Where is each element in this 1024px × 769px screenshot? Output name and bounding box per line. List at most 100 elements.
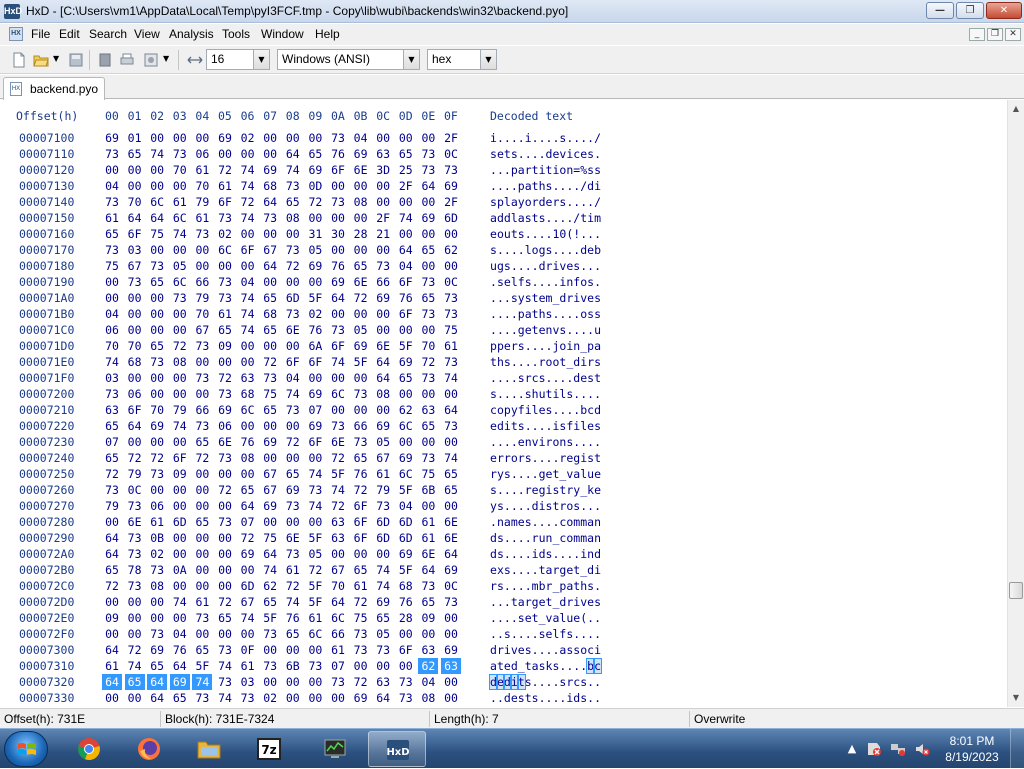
hex-byte[interactable]: 61 [328, 642, 348, 658]
hex-byte[interactable]: 67 [192, 322, 212, 338]
hex-byte[interactable]: 70 [170, 162, 190, 178]
hex-byte[interactable]: 05 [373, 626, 393, 642]
hex-byte[interactable]: 74 [238, 610, 258, 626]
cut-icon[interactable] [97, 52, 113, 68]
hex-byte[interactable]: 75 [147, 226, 167, 242]
hex-byte[interactable]: 00 [215, 562, 235, 578]
hex-byte[interactable]: 72 [418, 354, 438, 370]
hex-byte[interactable]: 00 [441, 226, 461, 242]
hex-byte[interactable]: 64 [260, 258, 280, 274]
hex-byte[interactable]: 74 [102, 354, 122, 370]
hex-byte[interactable]: 64 [373, 370, 393, 386]
hex-byte[interactable]: 72 [215, 370, 235, 386]
hex-byte[interactable]: 04 [283, 370, 303, 386]
hex-byte[interactable]: 00 [192, 258, 212, 274]
hex-byte[interactable]: 00 [396, 386, 416, 402]
hex-byte[interactable]: 78 [125, 562, 145, 578]
hex-byte[interactable]: 64 [147, 674, 168, 690]
hex-byte[interactable]: 00 [373, 402, 393, 418]
hex-byte[interactable]: 0C [125, 482, 145, 498]
hex-byte[interactable]: 06 [125, 386, 145, 402]
hex-byte[interactable]: 65 [238, 482, 258, 498]
hex-byte[interactable]: 6F [238, 242, 258, 258]
hex-byte[interactable]: 74 [328, 482, 348, 498]
hex-byte[interactable]: 65 [441, 466, 461, 482]
hex-byte[interactable]: 74 [215, 690, 235, 706]
hex-byte[interactable]: 00 [328, 402, 348, 418]
hex-byte[interactable]: 73 [441, 290, 461, 306]
hex-byte[interactable]: 6F [351, 498, 371, 514]
hex-byte[interactable]: 73 [170, 290, 190, 306]
tab-backend-pyo[interactable]: HX backend.pyo [3, 77, 105, 100]
hex-byte[interactable]: 6D [441, 210, 461, 226]
hex-byte[interactable]: 04 [238, 274, 258, 290]
hex-byte[interactable]: 65 [373, 610, 393, 626]
hex-byte[interactable]: 75 [260, 386, 280, 402]
hex-byte[interactable]: 00 [373, 178, 393, 194]
hex-byte[interactable]: 73 [215, 642, 235, 658]
hex-byte[interactable]: 69 [328, 274, 348, 290]
hex-byte[interactable]: 74 [373, 562, 393, 578]
hex-byte[interactable]: 00 [147, 290, 167, 306]
hex-byte[interactable]: 73 [192, 370, 212, 386]
hex-byte[interactable]: 03 [238, 674, 258, 690]
hex-byte[interactable]: 00 [373, 546, 393, 562]
hex-byte[interactable]: 65 [396, 146, 416, 162]
hex-byte[interactable]: 04 [418, 674, 438, 690]
mdi-minimize-button[interactable]: _ [969, 28, 985, 41]
hex-byte[interactable]: 73 [373, 498, 393, 514]
hex-byte[interactable]: 74 [305, 498, 325, 514]
hex-byte[interactable]: 00 [192, 386, 212, 402]
hex-byte[interactable]: 0C [441, 274, 461, 290]
hex-byte[interactable]: 69 [351, 146, 371, 162]
hex-byte[interactable]: 61 [418, 530, 438, 546]
hex-byte[interactable]: 00 [260, 338, 280, 354]
hex-byte[interactable]: 63 [373, 674, 393, 690]
hex-byte[interactable]: 5F [305, 594, 325, 610]
hex-byte[interactable]: 72 [283, 434, 303, 450]
menu-help[interactable]: Help [315, 27, 340, 41]
hex-byte[interactable]: 00 [215, 626, 235, 642]
hex-byte[interactable]: 00 [418, 626, 438, 642]
hex-byte[interactable]: 74 [283, 162, 303, 178]
hex-byte[interactable]: 6C [170, 274, 190, 290]
hex-byte[interactable]: 73 [192, 226, 212, 242]
hex-byte[interactable]: 65 [260, 402, 280, 418]
hex-byte[interactable]: 73 [125, 578, 145, 594]
show-hidden-icons-icon[interactable]: ▲ [844, 741, 860, 757]
hex-byte[interactable]: 72 [215, 482, 235, 498]
hex-byte[interactable]: 00 [283, 226, 303, 242]
hex-byte[interactable]: 65 [305, 146, 325, 162]
hex-byte[interactable]: 65 [396, 370, 416, 386]
menu-search[interactable]: Search [89, 27, 127, 41]
hex-byte[interactable]: 75 [441, 322, 461, 338]
properties-icon[interactable] [143, 52, 159, 68]
hex-byte[interactable]: 73 [441, 306, 461, 322]
hex-byte[interactable]: 00 [215, 354, 235, 370]
hex-byte[interactable]: 74 [238, 178, 258, 194]
hex-byte[interactable]: 05 [170, 258, 190, 274]
hex-byte[interactable]: 61 [102, 658, 122, 674]
hex-byte[interactable]: 65 [260, 322, 280, 338]
hex-byte[interactable]: 64 [418, 178, 438, 194]
hex-byte[interactable]: 61 [373, 466, 393, 482]
hex-byte[interactable]: 64 [170, 658, 190, 674]
hex-byte[interactable]: 73 [441, 594, 461, 610]
hex-byte[interactable]: 65 [418, 418, 438, 434]
hex-byte[interactable]: 00 [351, 210, 371, 226]
taskbar-firefox[interactable] [120, 731, 178, 767]
hex-byte[interactable]: 73 [283, 242, 303, 258]
hex-byte[interactable]: 00 [170, 130, 190, 146]
hex-byte[interactable]: 63 [418, 642, 438, 658]
hex-byte[interactable]: 73 [170, 146, 190, 162]
hex-byte[interactable]: 73 [418, 274, 438, 290]
hex-byte[interactable]: 00 [305, 642, 325, 658]
decoded-text[interactable]: ds....ids....ind [490, 546, 601, 562]
hex-byte[interactable]: 73 [328, 674, 348, 690]
hex-byte[interactable]: 6E [418, 546, 438, 562]
hex-byte[interactable]: 76 [238, 434, 258, 450]
hex-byte[interactable]: 00 [192, 498, 212, 514]
hex-byte[interactable]: 73 [102, 146, 122, 162]
hex-byte[interactable]: 09 [418, 610, 438, 626]
hex-byte[interactable]: 73 [102, 194, 122, 210]
